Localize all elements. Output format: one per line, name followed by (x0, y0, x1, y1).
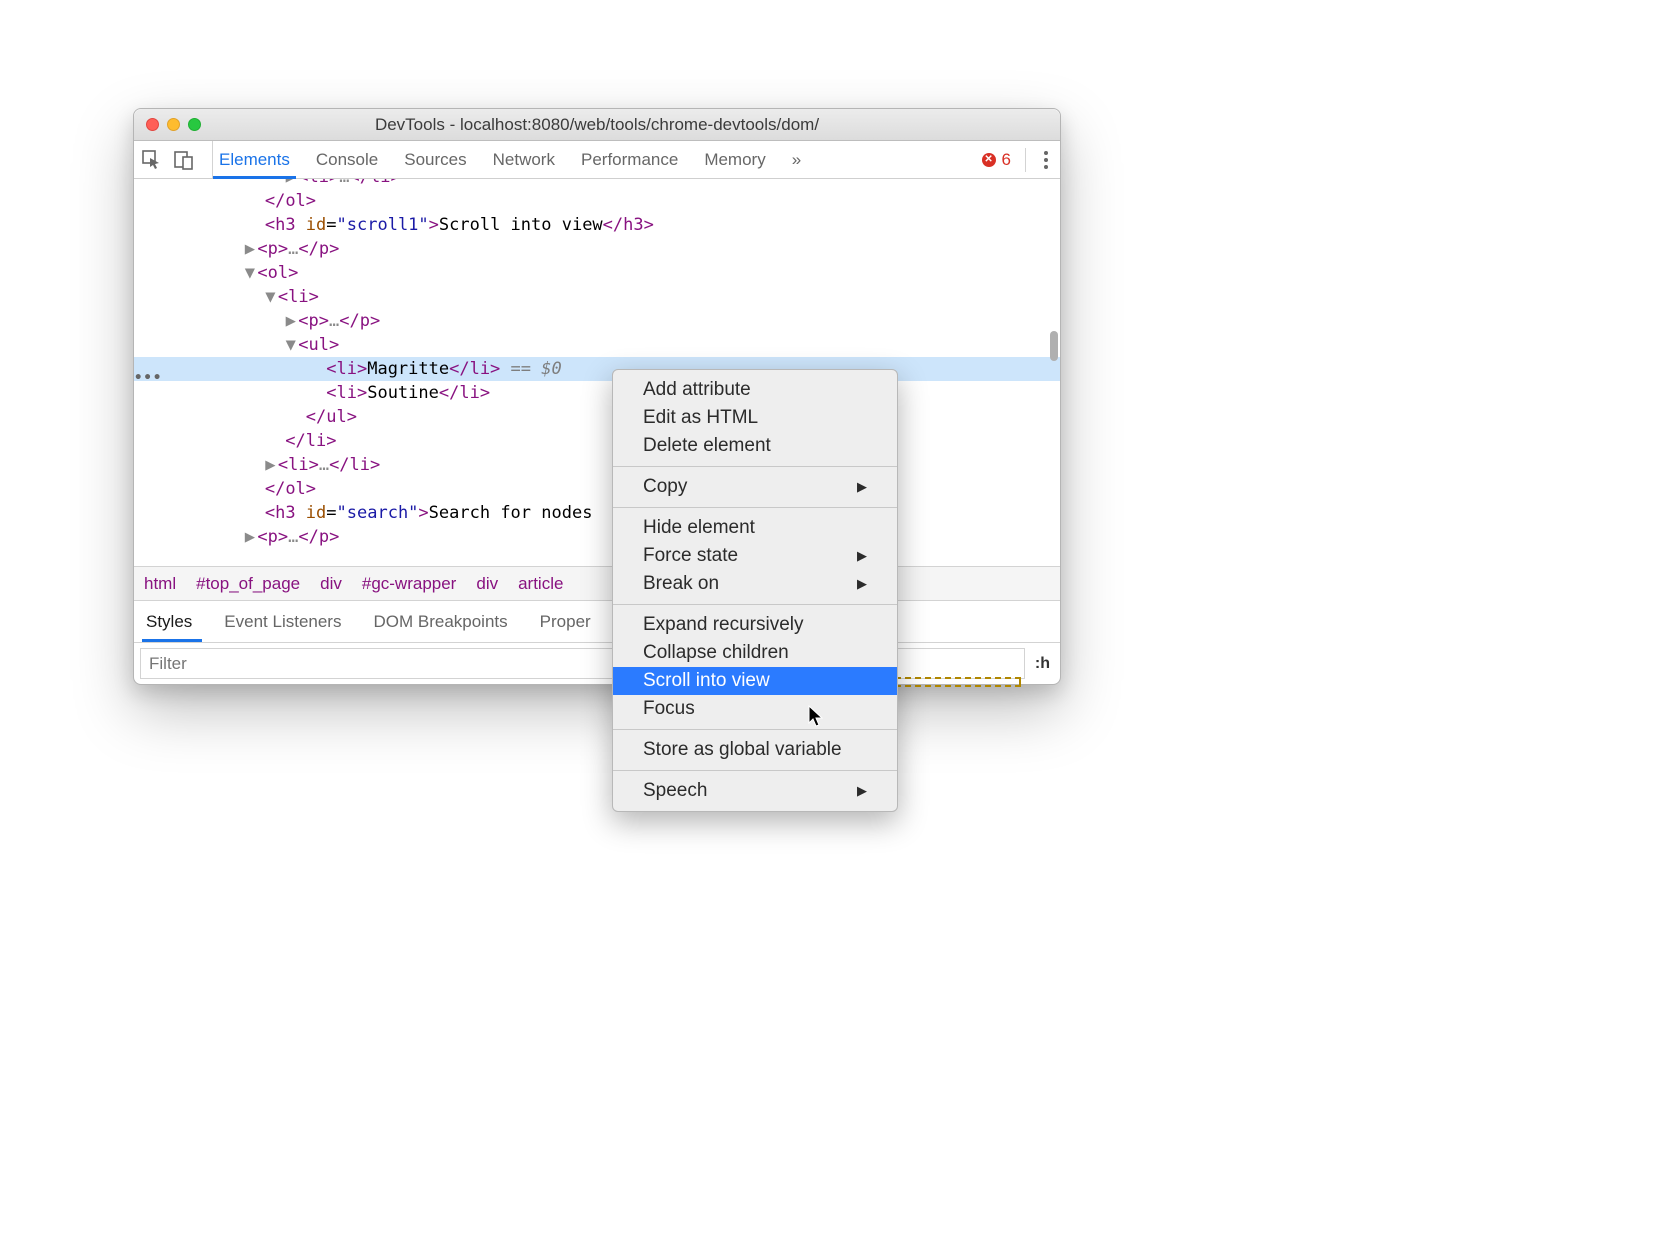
code-line[interactable]: </ul> (134, 405, 1060, 429)
zoom-window-button[interactable] (188, 118, 201, 131)
breadcrumb-item[interactable]: #gc-wrapper (362, 574, 457, 594)
breadcrumb-item[interactable]: article (518, 574, 563, 594)
menu-scroll-into-view[interactable]: Scroll into view (613, 667, 897, 695)
panel-tabs: Elements Console Sources Network Perform… (219, 141, 801, 178)
close-window-button[interactable] (146, 118, 159, 131)
collapse-icon[interactable]: ▼ (285, 333, 296, 357)
minimize-window-button[interactable] (167, 118, 180, 131)
expand-icon[interactable]: ▶ (265, 453, 276, 477)
tab-network[interactable]: Network (493, 141, 555, 178)
tab-memory[interactable]: Memory (704, 141, 765, 178)
breadcrumb-item[interactable]: html (144, 574, 176, 594)
code-line[interactable]: ▼<ul> (134, 333, 1060, 357)
margin-indicator (895, 677, 1021, 687)
breadcrumb-item[interactable]: div (320, 574, 342, 594)
tabs-overflow[interactable]: » (792, 141, 801, 178)
expand-icon[interactable]: ▶ (244, 237, 255, 261)
elements-tree[interactable]: ••• ▶<li>…</li> </ol> <h3 id="scroll1">S… (134, 179, 1060, 566)
devtools-toolbar: Elements Console Sources Network Perform… (134, 141, 1060, 179)
subtab-properties[interactable]: Proper (540, 612, 591, 632)
toolbar-left (142, 141, 213, 178)
expand-icon[interactable]: ▶ (244, 525, 255, 549)
menu-separator (613, 729, 897, 730)
submenu-arrow-icon: ▶ (857, 479, 867, 495)
code-line[interactable]: </ol> (134, 189, 1060, 213)
code-line[interactable]: </li> (134, 429, 1060, 453)
expand-icon[interactable]: ▶ (285, 309, 296, 333)
styles-subtabs: Styles Event Listeners DOM Breakpoints P… (134, 600, 1060, 642)
settings-menu-icon[interactable] (1040, 147, 1052, 173)
subtab-styles[interactable]: Styles (146, 612, 192, 632)
tab-console[interactable]: Console (316, 141, 378, 178)
inspect-element-icon[interactable] (142, 150, 162, 170)
submenu-arrow-icon: ▶ (857, 783, 867, 799)
context-menu: Add attribute Edit as HTML Delete elemen… (612, 369, 898, 812)
menu-delete-element[interactable]: Delete element (613, 432, 897, 460)
submenu-arrow-icon: ▶ (857, 548, 867, 564)
code-line[interactable]: ▶<p>…</p> (134, 237, 1060, 261)
code-line[interactable]: ▼<li> (134, 285, 1060, 309)
error-icon: ✕ (982, 153, 996, 167)
toolbar-divider (1025, 148, 1026, 172)
collapse-icon[interactable]: ▼ (244, 261, 255, 285)
breadcrumb: html #top_of_page div #gc-wrapper div ar… (134, 566, 1060, 600)
devtools-window: DevTools - localhost:8080/web/tools/chro… (133, 108, 1061, 685)
error-count[interactable]: ✕ 6 (982, 150, 1011, 170)
code-line[interactable]: <h3 id="search">Search for nodes (134, 501, 1060, 525)
code-line[interactable]: </ol> (134, 477, 1060, 501)
menu-focus[interactable]: Focus (613, 695, 897, 723)
subtab-event-listeners[interactable]: Event Listeners (224, 612, 341, 632)
code-line[interactable]: ▶<li>…</li> (134, 453, 1060, 477)
scrollbar-thumb[interactable] (1050, 331, 1058, 361)
tab-sources[interactable]: Sources (404, 141, 466, 178)
breadcrumb-item[interactable]: #top_of_page (196, 574, 300, 594)
menu-break-on[interactable]: Break on▶ (613, 570, 897, 598)
tab-performance[interactable]: Performance (581, 141, 678, 178)
tab-elements[interactable]: Elements (219, 141, 290, 178)
expand-icon[interactable]: ▶ (285, 179, 296, 189)
menu-hide-element[interactable]: Hide element (613, 514, 897, 542)
hover-state-toggle[interactable]: :h (1025, 643, 1060, 684)
window-controls (146, 118, 201, 131)
device-toolbar-icon[interactable] (174, 150, 194, 170)
menu-separator (613, 770, 897, 771)
submenu-arrow-icon: ▶ (857, 576, 867, 592)
titlebar: DevTools - localhost:8080/web/tools/chro… (134, 109, 1060, 141)
code-line[interactable]: <h3 id="scroll1">Scroll into view</h3> (134, 213, 1060, 237)
collapse-icon[interactable]: ▼ (265, 285, 276, 309)
menu-separator (613, 507, 897, 508)
code-line[interactable]: ▶<p>…</p> (134, 525, 1060, 549)
code-line[interactable]: <li>Soutine</li> (134, 381, 1060, 405)
selected-line-gutter-icon: ••• (134, 366, 152, 390)
mouse-cursor-icon (808, 705, 826, 734)
menu-edit-as-html[interactable]: Edit as HTML (613, 404, 897, 432)
code-line[interactable]: ▼<ol> (134, 261, 1060, 285)
window-title: DevTools - localhost:8080/web/tools/chro… (375, 115, 819, 135)
toolbar-right: ✕ 6 (982, 147, 1052, 173)
menu-speech[interactable]: Speech▶ (613, 777, 897, 805)
menu-copy[interactable]: Copy▶ (613, 473, 897, 501)
menu-separator (613, 604, 897, 605)
subtab-dom-breakpoints[interactable]: DOM Breakpoints (373, 612, 507, 632)
menu-add-attribute[interactable]: Add attribute (613, 376, 897, 404)
menu-expand-recursively[interactable]: Expand recursively (613, 611, 897, 639)
breadcrumb-item[interactable]: div (476, 574, 498, 594)
menu-collapse-children[interactable]: Collapse children (613, 639, 897, 667)
error-count-value: 6 (1002, 150, 1011, 170)
code-line[interactable]: ▶<p>…</p> (134, 309, 1060, 333)
menu-store-global[interactable]: Store as global variable (613, 736, 897, 764)
menu-separator (613, 466, 897, 467)
code-line[interactable]: ▶<li>…</li> (134, 179, 1060, 189)
code-line-selected[interactable]: <li>Magritte</li> == $0 (134, 357, 1060, 381)
menu-force-state[interactable]: Force state▶ (613, 542, 897, 570)
